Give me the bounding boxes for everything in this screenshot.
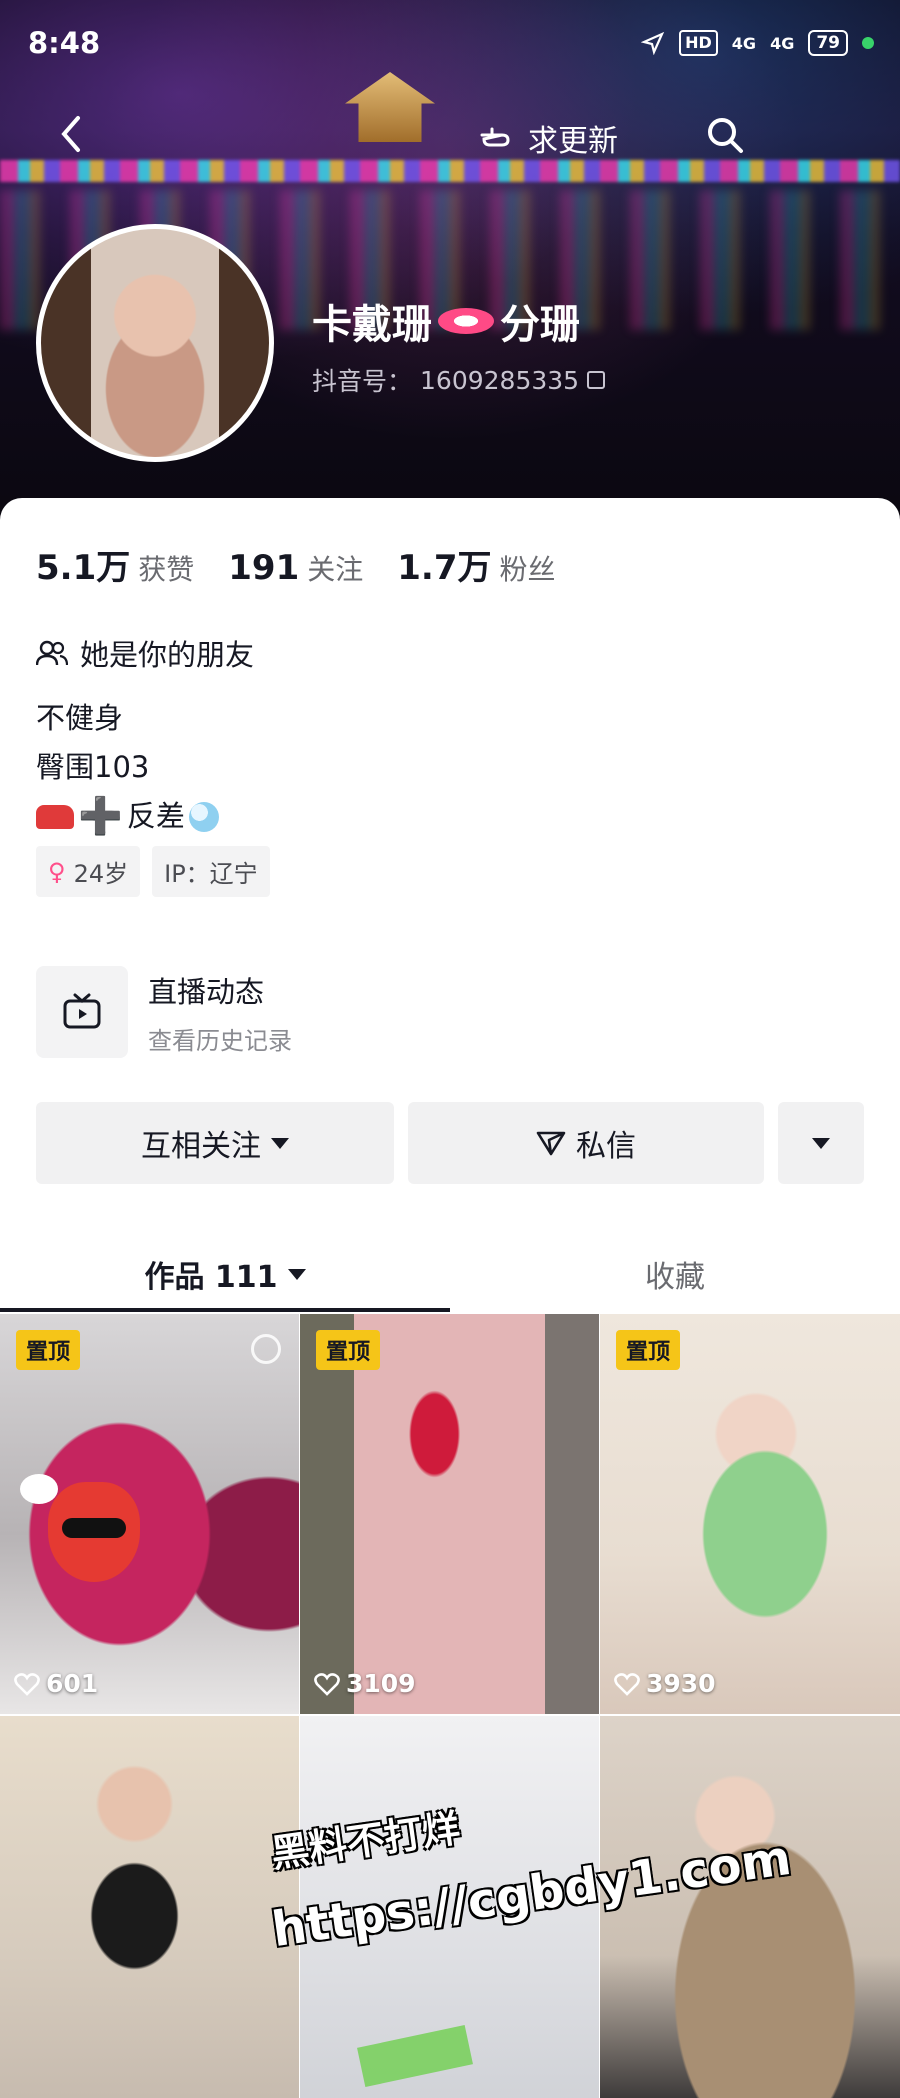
female-icon: ♀ <box>48 857 66 886</box>
stat-likes[interactable]: 5.1万 获赞 <box>36 540 194 589</box>
bio-line-3-text: 反差 <box>126 799 185 833</box>
like-count: 3930 <box>614 1669 716 1698</box>
privacy-dot-icon <box>862 37 874 49</box>
video-thumbnail[interactable] <box>0 1716 299 2098</box>
stat-likes-num: 5.1万 <box>36 548 131 588</box>
friends-icon <box>36 640 68 666</box>
ip-text: IP：辽宁 <box>164 860 258 888</box>
like-count: 3109 <box>314 1669 416 1698</box>
pinned-badge: 置顶 <box>316 1330 381 1370</box>
douyin-id-value: 1609285335 <box>420 365 580 395</box>
friend-indicator: 她是你的朋友 <box>36 632 254 674</box>
tab-works-label: 作品 111 <box>144 1260 278 1295</box>
network-indicator-1: 4G <box>731 33 757 53</box>
profile-tags: ♀ 24岁 IP：辽宁 <box>36 846 270 897</box>
profile-name: 卡戴珊 分珊 <box>312 292 580 350</box>
network-indicator-2: 4G <box>770 33 795 53</box>
status-bar: 8:48 HD 4G 4G 79 <box>28 26 874 66</box>
pointing-hand-icon <box>480 127 510 147</box>
background-lights <box>0 160 900 182</box>
status-time: 8:48 <box>28 26 101 60</box>
caret-down-icon <box>271 1137 289 1149</box>
green-object <box>357 2025 473 2087</box>
stat-followers-label: 粉丝 <box>499 553 556 586</box>
video-grid: 置顶 601 置顶 3109 置顶 3930 <box>0 1314 900 2098</box>
status-icons: HD 4G 4G 79 <box>641 30 874 56</box>
copy-icon[interactable] <box>587 371 606 389</box>
chevron-left-icon[interactable] <box>56 112 86 156</box>
active-tab-indicator <box>0 1308 450 1312</box>
caret-down-icon <box>287 1268 306 1280</box>
action-buttons: 互相关注 私信 <box>36 1102 864 1184</box>
tab-works[interactable]: 作品 111 <box>0 1236 450 1312</box>
friend-text: 她是你的朋友 <box>80 638 255 672</box>
caret-down-icon <box>812 1137 830 1149</box>
age-text: 24岁 <box>73 860 129 888</box>
bio-line-1: 不健身 <box>36 701 124 735</box>
lips-emoji-icon <box>438 308 494 334</box>
profile-name-part-1: 卡戴珊 <box>312 302 432 348</box>
heart-icon <box>14 1672 40 1696</box>
heart-icon <box>614 1672 640 1696</box>
douyin-id-label: 抖音号： <box>312 367 413 396</box>
battery-indicator: 79 <box>808 30 848 56</box>
tv-icon <box>63 993 101 1029</box>
like-count-value: 3109 <box>346 1669 416 1698</box>
mutual-follow-label: 互相关注 <box>141 1129 261 1164</box>
video-thumbnail[interactable]: 置顶 601 <box>0 1314 299 1714</box>
bubbles-emoji-icon <box>188 801 219 832</box>
stat-following-num: 191 <box>228 548 300 588</box>
live-icon-box <box>36 966 128 1058</box>
avatar[interactable] <box>36 224 274 462</box>
settings-ring-icon <box>251 1334 281 1364</box>
video-thumbnail[interactable]: 置顶 3109 <box>300 1314 599 1714</box>
stat-following[interactable]: 191 关注 <box>228 548 363 588</box>
stat-following-label: 关注 <box>307 553 364 586</box>
douyin-id[interactable]: 抖音号： 1609285335 <box>312 362 606 398</box>
bio: 不健身 臀围103 ➕ 反差 <box>36 694 219 841</box>
request-update-button[interactable]: 求更新 <box>478 116 618 160</box>
stat-followers[interactable]: 1.7万 粉丝 <box>397 540 555 589</box>
send-icon <box>536 1131 566 1156</box>
live-history-entry[interactable]: 直播动态 查看历史记录 <box>36 966 292 1058</box>
stat-followers-num: 1.7万 <box>397 548 492 588</box>
video-thumbnail[interactable] <box>600 1716 900 2098</box>
heart-icon <box>314 1672 340 1696</box>
live-text: 直播动态 查看历史记录 <box>148 969 292 1056</box>
like-count-value: 601 <box>46 1669 99 1698</box>
profile-header: 8:48 HD 4G 4G 79 求更新 卡戴珊 分珊 抖音号： 1609285… <box>0 0 900 520</box>
video-thumbnail[interactable]: 置顶 3930 <box>600 1314 900 1714</box>
location-arrow-icon <box>641 31 665 55</box>
tab-favorites-label: 收藏 <box>645 1260 705 1295</box>
bio-line-2: 臀围103 <box>36 750 150 784</box>
stats-row: 5.1万 获赞 191 关注 1.7万 粉丝 <box>36 540 556 589</box>
stat-likes-label: 获赞 <box>138 553 195 586</box>
more-dropdown-button[interactable] <box>778 1102 864 1184</box>
mutual-follow-button[interactable]: 互相关注 <box>36 1102 394 1184</box>
hd-indicator: HD <box>679 30 718 56</box>
search-icon[interactable] <box>704 114 746 156</box>
live-title: 直播动态 <box>148 974 265 1009</box>
live-subtitle: 查看历史记录 <box>148 1026 292 1055</box>
plus-emoji-icon: ➕ <box>78 795 123 837</box>
car-emoji-icon <box>36 804 74 829</box>
chat-bubble-icon <box>20 1474 58 1504</box>
bio-line-3: ➕ 反差 <box>36 792 219 841</box>
message-label: 私信 <box>576 1129 636 1164</box>
message-button[interactable]: 私信 <box>408 1102 764 1184</box>
pinned-badge: 置顶 <box>16 1330 81 1370</box>
pinned-badge: 置顶 <box>616 1330 681 1370</box>
profile-name-part-2: 分珊 <box>500 302 580 348</box>
strawberry-sticker-icon <box>48 1482 140 1582</box>
content-tabs: 作品 111 收藏 <box>0 1236 900 1316</box>
top-nav: 求更新 <box>0 112 900 162</box>
tab-favorites[interactable]: 收藏 <box>450 1236 900 1312</box>
ip-tag: IP：辽宁 <box>152 846 270 897</box>
like-count-value: 3930 <box>646 1669 716 1698</box>
like-count: 601 <box>14 1669 98 1698</box>
age-tag: ♀ 24岁 <box>36 846 141 897</box>
request-update-label: 求更新 <box>528 124 618 159</box>
